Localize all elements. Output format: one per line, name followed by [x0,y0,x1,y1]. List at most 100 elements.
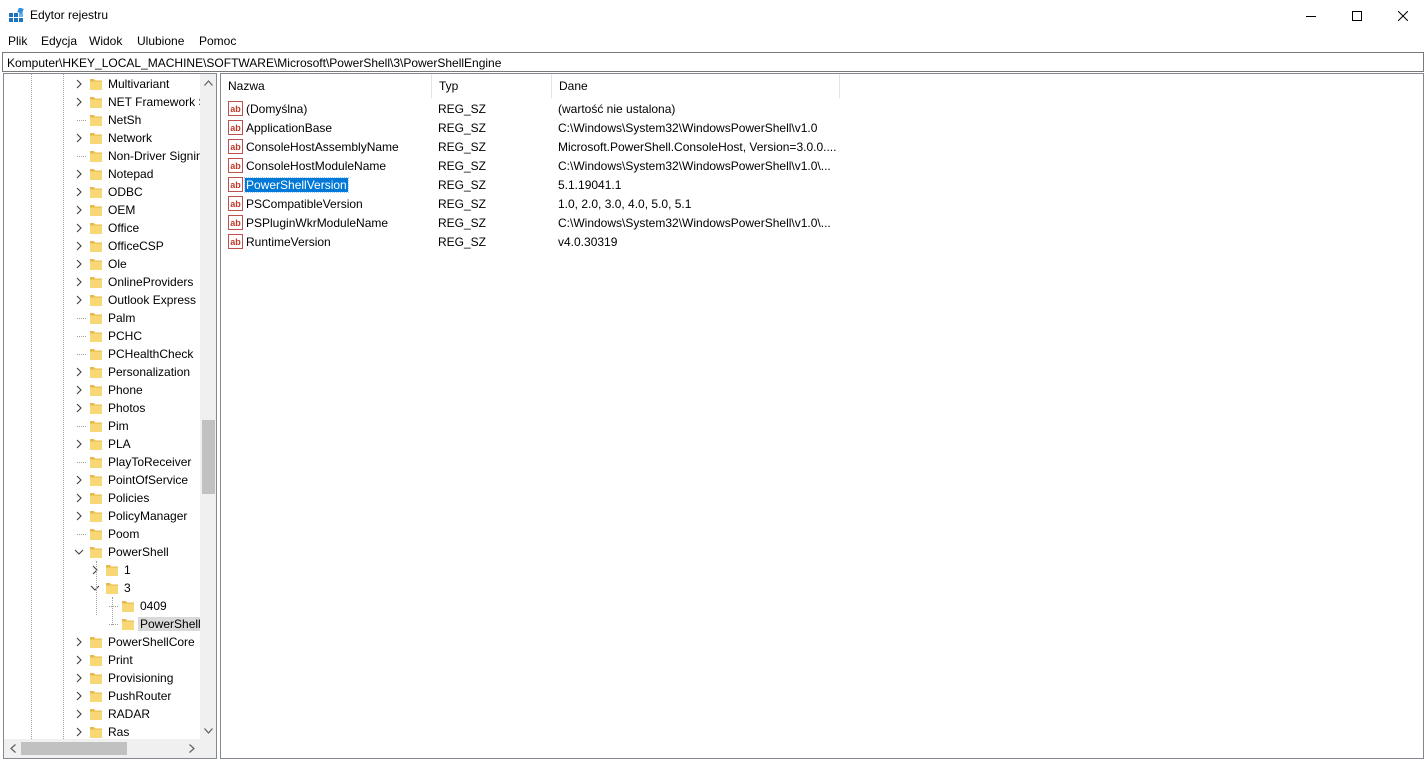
chevron-right-icon[interactable] [74,673,84,683]
close-button[interactable] [1380,0,1426,31]
chevron-right-icon[interactable] [74,241,84,251]
chevron-right-icon[interactable] [74,403,84,413]
value-row[interactable]: ab ApplicationBase REG_SZ C:\Windows\System… [221,118,841,137]
chevron-right-icon[interactable] [74,709,84,719]
chevron-right-icon[interactable] [74,223,84,233]
column-header-type[interactable]: Typ [432,74,552,98]
tree-item[interactable]: Office [4,219,200,237]
minimize-button[interactable] [1288,0,1334,31]
key-tree: Multivariant NET Framework S NetSh Network N… [4,74,200,739]
tree-item[interactable]: PCHealthCheck [4,345,200,363]
tree-item[interactable]: PlayToReceiver [4,453,200,471]
tree-item[interactable]: PowerShellCore [4,633,200,651]
tree-item[interactable]: 3 [4,579,200,597]
window-title: Edytor rejestru [30,8,109,22]
column-header-name[interactable]: Nazwa [221,74,432,98]
scroll-left-button[interactable] [4,739,21,758]
value-row[interactable]: ab RuntimeVersion REG_SZ v4.0.30319 [221,232,841,251]
tree-item[interactable]: Palm [4,309,200,327]
value-type: REG_SZ [438,140,487,154]
tree-item[interactable]: OEM [4,201,200,219]
chevron-right-icon[interactable] [74,259,84,269]
tree-item[interactable]: Network [4,129,200,147]
chevron-right-icon[interactable] [74,511,84,521]
tree-item[interactable]: Photos [4,399,200,417]
scroll-down-button[interactable] [200,722,216,739]
tree-horizontal-scrollbar[interactable] [4,739,200,758]
tree-item[interactable]: Non-Driver Signin [4,147,200,165]
tree-item[interactable]: Ras [4,723,200,739]
chevron-right-icon[interactable] [74,475,84,485]
tree-item[interactable]: RADAR [4,705,200,723]
column-header-data[interactable]: Dane [552,74,840,98]
tree-item[interactable]: NET Framework S [4,93,200,111]
tree-item[interactable]: ODBC [4,183,200,201]
chevron-right-icon[interactable] [74,97,84,107]
menu-plik[interactable]: Plik [8,34,27,48]
tree-item[interactable]: Multivariant [4,75,200,93]
chevron-right-icon[interactable] [90,565,100,575]
folder-icon [90,709,102,720]
tree-item[interactable]: Outlook Express [4,291,200,309]
tree-item[interactable]: Personalization [4,363,200,381]
value-name: ConsoleHostModuleName [246,159,387,173]
tree-item[interactable]: OnlineProviders [4,273,200,291]
tree-item[interactable]: Ole [4,255,200,273]
tree-item[interactable]: Poom [4,525,200,543]
tree-item[interactable]: 0409 [4,597,200,615]
maximize-button[interactable] [1334,0,1380,31]
chevron-down-icon[interactable] [90,583,100,593]
tree-vertical-scrollbar[interactable] [200,74,216,739]
tree-item[interactable]: OfficeCSP [4,237,200,255]
value-row[interactable]: ab PSPluginWkrModuleName REG_SZ C:\Windows\… [221,213,841,232]
menu-pomoc[interactable]: Pomoc [199,34,236,48]
value-row[interactable]: ab (Domyślna) REG_SZ (wartość nie ustalona) [221,99,841,118]
tree-item[interactable]: Phone [4,381,200,399]
tree-item[interactable]: Print [4,651,200,669]
tree-item[interactable]: PolicyManager [4,507,200,525]
chevron-right-icon[interactable] [74,367,84,377]
scrollbar-thumb[interactable] [21,742,127,755]
tree-item[interactable]: PowerShell [4,543,200,561]
tree-item[interactable]: PushRouter [4,687,200,705]
chevron-right-icon[interactable] [74,493,84,503]
chevron-down-icon[interactable] [74,547,84,557]
scroll-up-button[interactable] [200,74,216,91]
address-bar[interactable]: Komputer\HKEY_LOCAL_MACHINE\SOFTWARE\Mic… [2,52,1424,72]
chevron-right-icon[interactable] [74,205,84,215]
menu-ulubione[interactable]: Ulubione [137,34,184,48]
value-row[interactable]: ab PowerShellVersion REG_SZ 5.1.19041.1 [221,175,841,194]
menu-edycja[interactable]: Edycja [41,34,77,48]
tree-item[interactable]: NetSh [4,111,200,129]
scroll-right-button[interactable] [183,739,200,758]
scrollbar-thumb[interactable] [202,420,215,494]
chevron-right-icon[interactable] [74,169,84,179]
tree-item[interactable]: PLA [4,435,200,453]
chevron-right-icon[interactable] [74,187,84,197]
value-row[interactable]: ab ConsoleHostAssemblyName REG_SZ Microsoft… [221,137,841,156]
value-row[interactable]: ab ConsoleHostModuleName REG_SZ C:\Windows\… [221,156,841,175]
folder-icon [90,313,102,324]
chevron-right-icon[interactable] [74,439,84,449]
chevron-right-icon[interactable] [74,727,84,737]
tree-item[interactable]: Policies [4,489,200,507]
tree-item-label: PLA [108,437,131,451]
tree-item[interactable]: Provisioning [4,669,200,687]
chevron-right-icon[interactable] [74,691,84,701]
tree-item[interactable]: 1 [4,561,200,579]
chevron-right-icon[interactable] [74,637,84,647]
chevron-right-icon[interactable] [74,133,84,143]
menu-widok[interactable]: Widok [89,34,122,48]
chevron-right-icon[interactable] [74,295,84,305]
tree-item[interactable]: Pim [4,417,200,435]
value-type: REG_SZ [438,121,487,135]
chevron-right-icon[interactable] [74,385,84,395]
chevron-right-icon[interactable] [74,655,84,665]
value-row[interactable]: ab PSCompatibleVersion REG_SZ 1.0, 2.0, 3.0… [221,194,841,213]
tree-item[interactable]: Notepad [4,165,200,183]
tree-item[interactable]: PointOfService [4,471,200,489]
tree-item[interactable]: PCHC [4,327,200,345]
chevron-right-icon[interactable] [74,79,84,89]
chevron-right-icon[interactable] [74,277,84,287]
tree-item[interactable]: PowerShell [4,615,200,633]
